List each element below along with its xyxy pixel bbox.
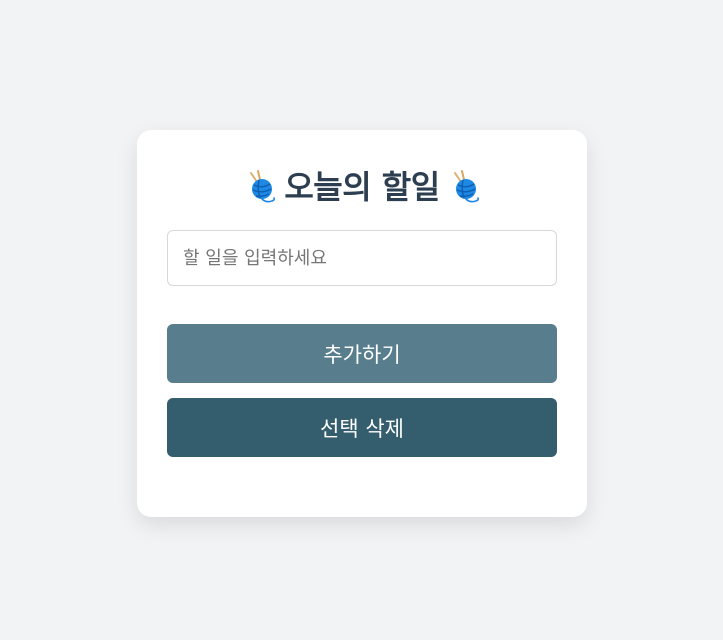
yarn-ball-icon [244,169,276,205]
delete-selected-button[interactable]: 선택 삭제 [167,398,557,457]
title-row: 오늘의 할일 [137,166,587,208]
yarn-ball-icon [448,169,480,205]
add-button[interactable]: 추가하기 [167,324,557,383]
page-title: 오늘의 할일 [284,168,440,206]
task-input[interactable] [167,230,557,286]
todo-card: 오늘의 할일 추가하기 선택 삭제 [137,130,587,517]
